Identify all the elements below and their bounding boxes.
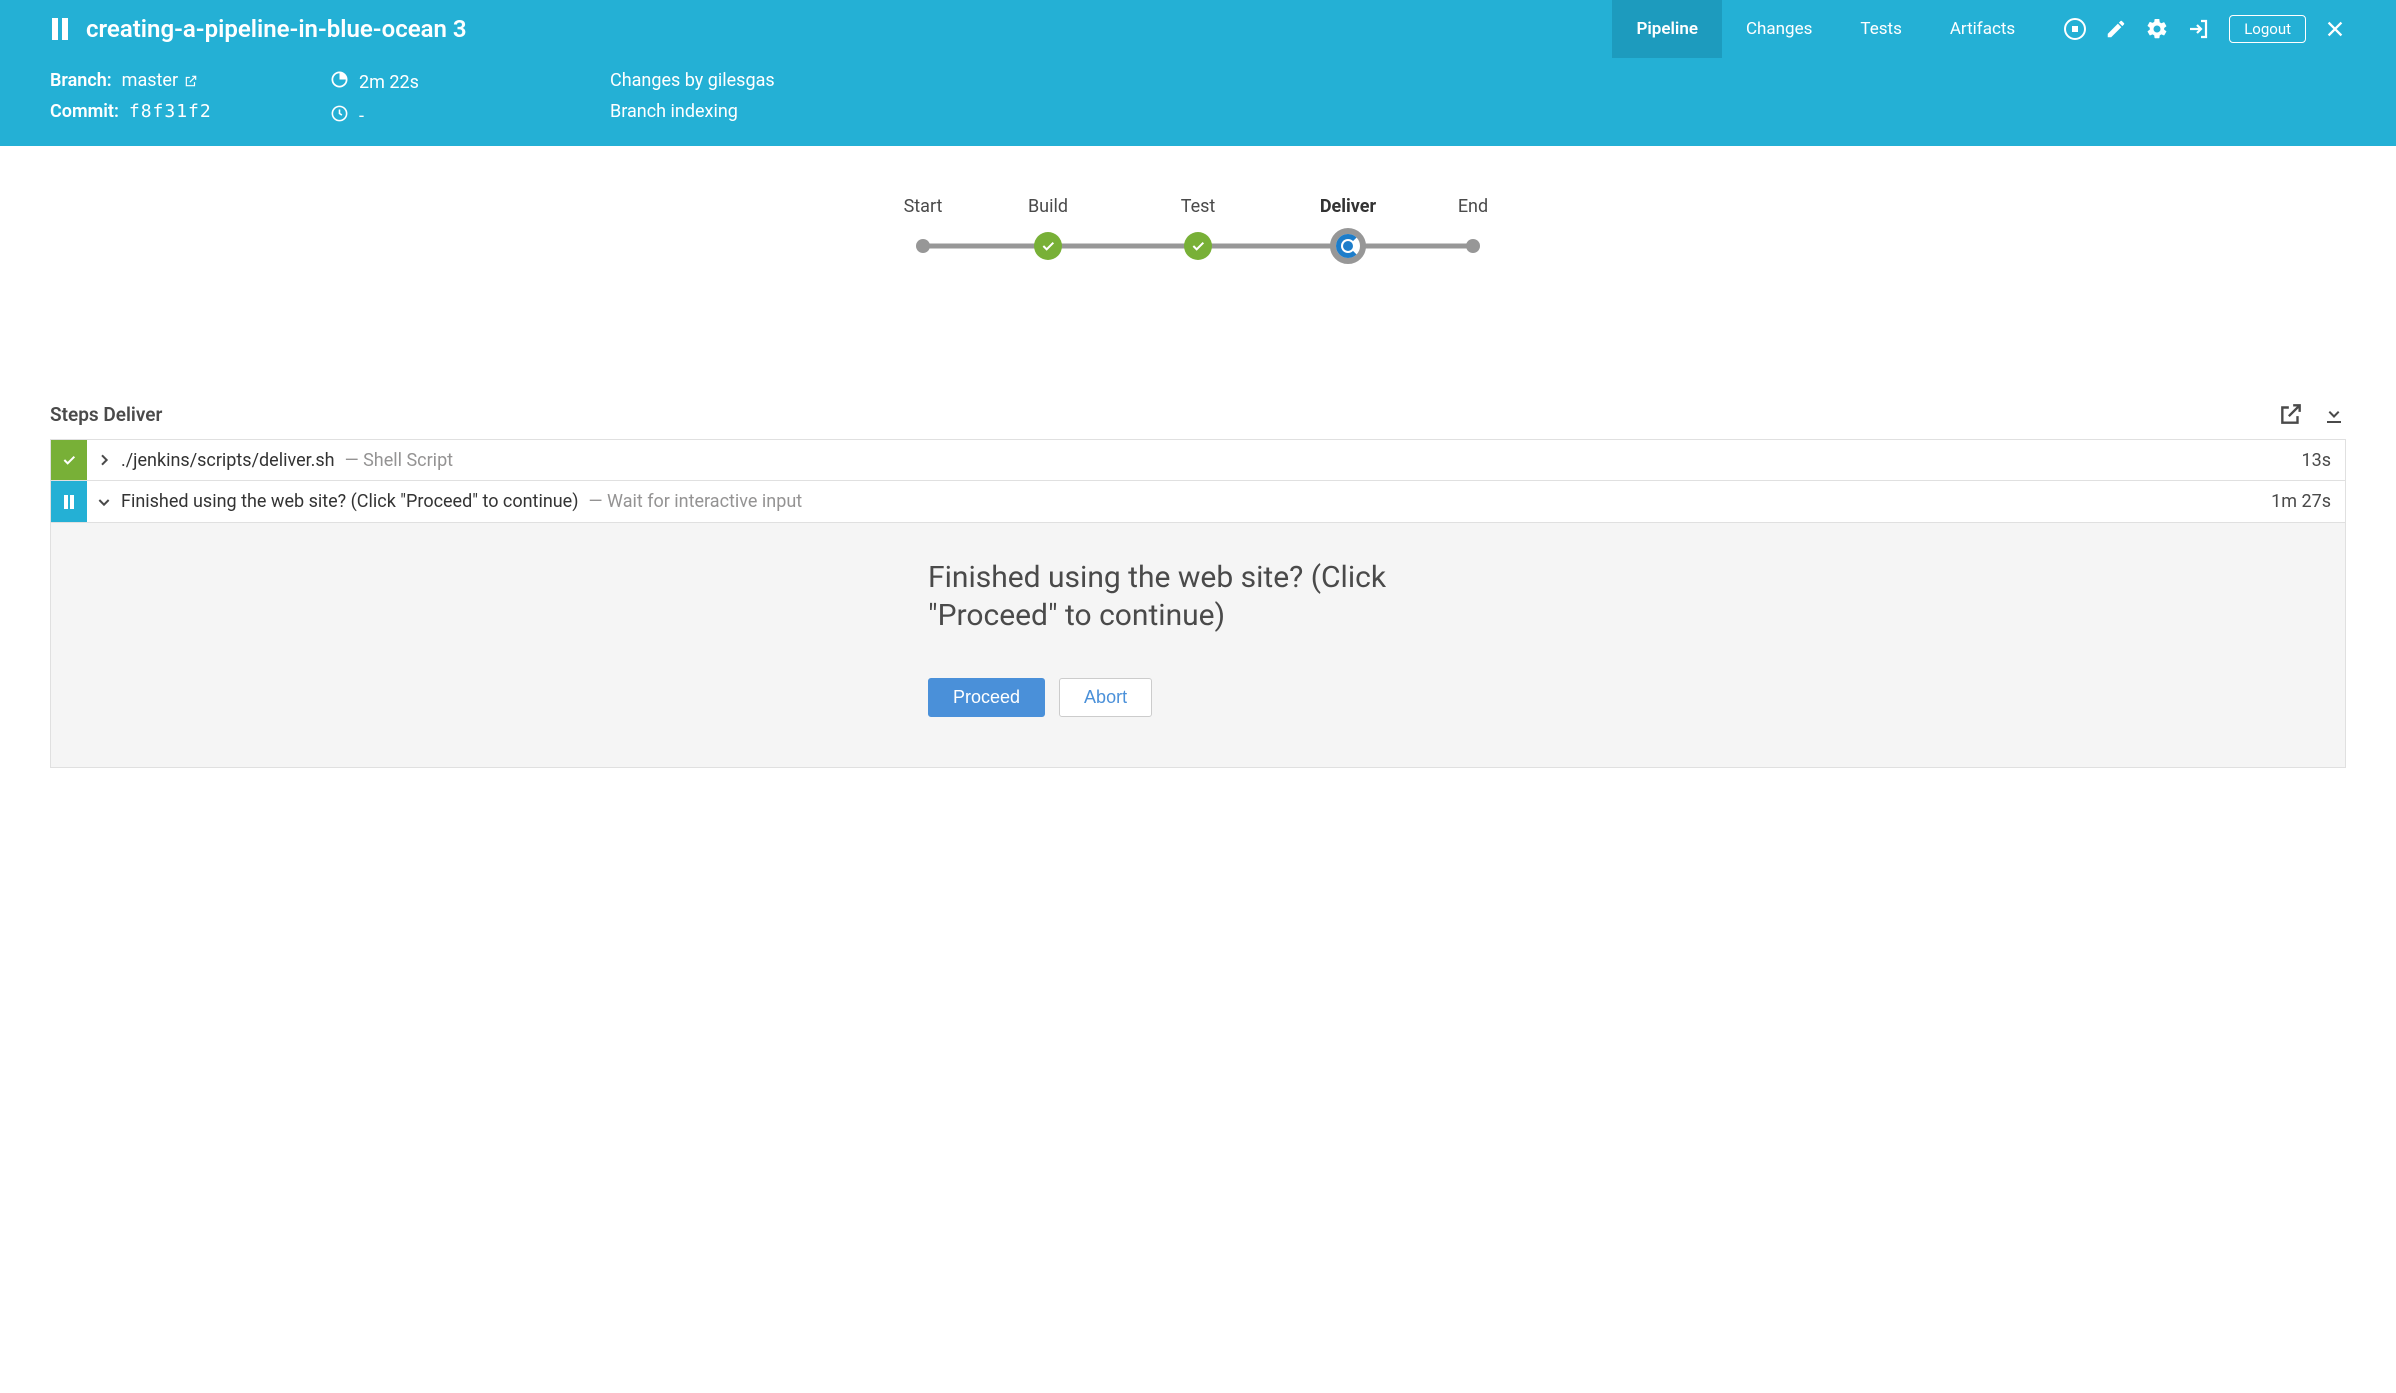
steps-section: Steps Deliver ./jenkins/scripts/deliver.… (0, 401, 2396, 808)
tabs: Pipeline Changes Tests Artifacts (1612, 0, 2039, 58)
input-message: Finished using the web site? (Click "Pro… (928, 559, 1468, 634)
stage-deliver[interactable]: Deliver (1273, 196, 1423, 261)
step-duration: 13s (2287, 450, 2345, 471)
pipeline: Start Build Test Deliver (873, 196, 1523, 261)
stop-icon[interactable] (2063, 17, 2087, 41)
edit-icon[interactable] (2105, 18, 2127, 40)
commit-label: Commit: (50, 101, 119, 122)
step-status-success-icon (51, 440, 87, 480)
node-dot-icon (916, 239, 930, 253)
tab-changes[interactable]: Changes (1722, 0, 1836, 58)
gear-icon[interactable] (2145, 17, 2169, 41)
title-wrap: creating-a-pipeline-in-blue-ocean 3 (50, 15, 1612, 43)
exit-icon[interactable] (2187, 17, 2211, 41)
step-type: — Wait for interactive input (589, 491, 803, 512)
step-row[interactable]: ./jenkins/scripts/deliver.sh — Shell Scr… (50, 439, 2346, 481)
header-actions: Logout (2063, 15, 2346, 43)
node-dot-icon (1466, 239, 1480, 253)
steps-heading: Steps Deliver (50, 403, 162, 426)
duration-value: 2m 22s (359, 72, 419, 93)
chevron-down-icon[interactable] (87, 494, 121, 510)
pause-icon (50, 18, 70, 40)
pipeline-area: Start Build Test Deliver (0, 146, 2396, 401)
changes-by: Changes by gilesgas (610, 70, 775, 91)
branch-value: master (122, 70, 178, 91)
step-duration: 1m 27s (2257, 491, 2345, 512)
branch-label: Branch: (50, 70, 112, 91)
stage-end[interactable]: End (1423, 196, 1523, 261)
node-success-icon (1184, 232, 1212, 260)
stage-label: Build (1028, 196, 1068, 217)
stage-build[interactable]: Build (973, 196, 1123, 261)
open-external-icon[interactable] (2278, 401, 2304, 427)
step-type: — Shell Script (345, 450, 453, 471)
abort-button[interactable]: Abort (1059, 678, 1152, 717)
commit-value: f8f31f2 (129, 101, 212, 122)
close-icon[interactable] (2324, 18, 2346, 40)
stage-label: Deliver (1320, 196, 1376, 217)
step-status-paused-icon (51, 481, 87, 522)
step-command: ./jenkins/scripts/deliver.sh (121, 450, 335, 471)
stage-test[interactable]: Test (1123, 196, 1273, 261)
node-running-icon (1330, 228, 1366, 264)
cause: Branch indexing (610, 101, 738, 122)
header-meta: Branch: master Commit: f8f31f2 2m 22s (0, 58, 2396, 146)
stage-label: Test (1181, 196, 1216, 217)
stage-label: End (1458, 196, 1488, 217)
step-command: Finished using the web site? (Click "Pro… (121, 491, 579, 512)
step-body: Finished using the web site? (Click "Pro… (50, 523, 2346, 768)
stage-start[interactable]: Start (873, 196, 973, 261)
step-row[interactable]: Finished using the web site? (Click "Pro… (50, 481, 2346, 523)
proceed-button[interactable]: Proceed (928, 678, 1045, 717)
branch-link[interactable]: master (122, 70, 198, 91)
node-success-icon (1034, 232, 1062, 260)
time-value: - (359, 106, 364, 127)
chevron-right-icon[interactable] (87, 452, 121, 468)
stage-label: Start (904, 196, 943, 217)
download-icon[interactable] (2322, 401, 2346, 427)
tab-tests[interactable]: Tests (1836, 0, 1925, 58)
tab-artifacts[interactable]: Artifacts (1926, 0, 2039, 58)
tab-pipeline[interactable]: Pipeline (1612, 0, 1722, 58)
header-top: creating-a-pipeline-in-blue-ocean 3 Pipe… (0, 0, 2396, 58)
clock-icon (330, 104, 349, 128)
page-title: creating-a-pipeline-in-blue-ocean 3 (86, 15, 467, 43)
header: creating-a-pipeline-in-blue-ocean 3 Pipe… (0, 0, 2396, 146)
logout-button[interactable]: Logout (2229, 15, 2306, 43)
duration-icon (330, 70, 349, 94)
